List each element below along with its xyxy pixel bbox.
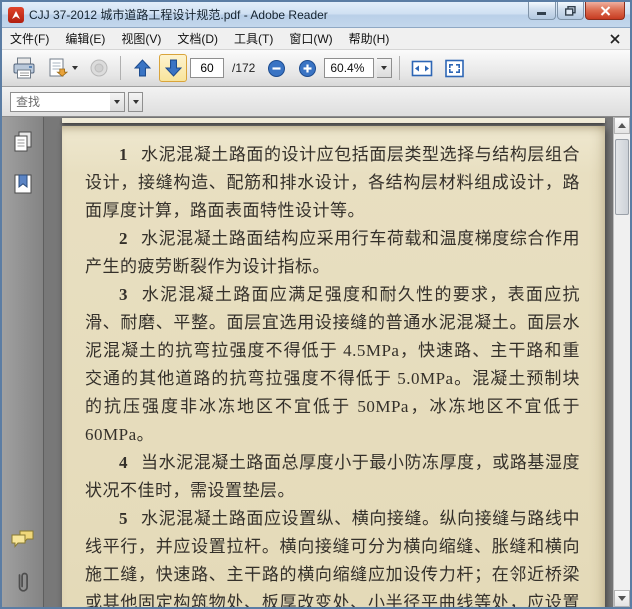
comments-icon bbox=[11, 530, 33, 548]
find-options-arrow-icon bbox=[132, 99, 139, 104]
adobe-reader-window: CJJ 37-2012 城市道路工程设计规范.pdf - Adobe Reade… bbox=[0, 0, 632, 609]
comments-panel-button[interactable] bbox=[9, 527, 37, 553]
menu-tools[interactable]: 工具(T) bbox=[226, 27, 281, 50]
down-arrow-icon bbox=[164, 59, 182, 77]
clause-paragraph: 5 水泥混凝土路面应设置纵、横向接缝。纵向接缝与路线中线平行，并应设置拉杆。横向接… bbox=[85, 505, 580, 607]
clause-number: 2 bbox=[119, 229, 128, 248]
caption-buttons bbox=[527, 2, 625, 20]
scrollbar-track[interactable] bbox=[614, 134, 630, 590]
title-bar: CJJ 37-2012 城市道路工程设计规范.pdf - Adobe Reade… bbox=[2, 2, 630, 28]
bookmarks-panel-button[interactable] bbox=[9, 171, 37, 197]
zoom-level-value: 60.4% bbox=[330, 61, 365, 75]
clause-paragraph: 1 水泥混凝土路面的设计应包括面层类型选择与结构层组合设计，接缝构造、配筋和排水设… bbox=[85, 141, 580, 225]
clause-paragraph: 2 水泥混凝土路面结构应采用行车荷载和温度梯度综合作用产生的疲劳断裂作为设计指标。 bbox=[85, 225, 580, 281]
close-button[interactable] bbox=[585, 2, 625, 20]
collaborate-button-disabled bbox=[85, 54, 113, 82]
pages-icon bbox=[14, 131, 31, 152]
clause-text: 当水泥混凝土路面总厚度小于最小防冻厚度，或路基湿度状况不佳时，需设置垫层。 bbox=[85, 453, 580, 500]
menu-help[interactable]: 帮助(H) bbox=[341, 27, 398, 50]
clause-paragraph: 4 当水泥混凝土路面总厚度小于最小防冻厚度，或路基湿度状况不佳时，需设置垫层。 bbox=[85, 449, 580, 505]
document-view[interactable]: 1 水泥混凝土路面的设计应包括面层类型选择与结构层组合设计，接缝构造、配筋和排水设… bbox=[44, 117, 613, 607]
vertical-scrollbar[interactable] bbox=[613, 117, 630, 607]
zoom-in-button[interactable] bbox=[293, 54, 321, 82]
zoom-level-field[interactable]: 60.4% bbox=[324, 58, 375, 78]
clause-text: 水泥混凝土路面的设计应包括面层类型选择与结构层组合设计，接缝构造、配筋和排水设计… bbox=[85, 145, 580, 220]
find-input[interactable] bbox=[10, 91, 110, 112]
scroll-up-arrow-icon bbox=[618, 123, 626, 128]
paperclip-icon bbox=[18, 572, 28, 592]
find-options-button[interactable] bbox=[128, 91, 143, 112]
up-arrow-icon bbox=[133, 59, 151, 77]
pages-panel-button[interactable] bbox=[9, 129, 37, 155]
zoom-out-button[interactable] bbox=[262, 54, 290, 82]
previous-page-button[interactable] bbox=[128, 54, 156, 82]
menu-document[interactable]: 文档(D) bbox=[169, 27, 226, 50]
window-title: CJJ 37-2012 城市道路工程设计规范.pdf - Adobe Reade… bbox=[29, 8, 328, 22]
page-total-label: /172 bbox=[232, 61, 256, 75]
find-history-dropdown-button[interactable] bbox=[110, 91, 125, 112]
fit-width-icon bbox=[412, 60, 433, 76]
find-history-arrow-icon bbox=[114, 99, 120, 104]
save-copy-button[interactable] bbox=[43, 54, 82, 82]
page-number-input[interactable] bbox=[190, 58, 224, 78]
zoom-in-icon bbox=[298, 59, 316, 77]
save-copy-icon bbox=[49, 58, 69, 77]
collaborate-icon bbox=[90, 59, 108, 77]
clause-text: 水泥混凝土路面结构应采用行车荷载和温度梯度综合作用产生的疲劳断裂作为设计指标。 bbox=[85, 229, 580, 276]
clause-text: 水泥混凝土路面应满足强度和耐久性的要求，表面应抗滑、耐磨、平整。面层宜选用设接缝… bbox=[85, 285, 580, 444]
find-combo bbox=[10, 91, 125, 112]
navigation-sidebar bbox=[2, 117, 44, 607]
menu-bar: 文件(F) 编辑(E) 视图(V) 文档(D) 工具(T) 窗口(W) 帮助(H… bbox=[2, 28, 630, 50]
minimize-icon bbox=[537, 12, 546, 15]
fit-width-button[interactable] bbox=[407, 54, 437, 82]
zoom-dropdown-button[interactable] bbox=[377, 58, 393, 78]
menu-edit[interactable]: 编辑(E) bbox=[57, 27, 113, 50]
zoom-dropdown-arrow-icon bbox=[381, 66, 388, 70]
scroll-up-button[interactable] bbox=[614, 117, 630, 134]
close-document-icon bbox=[610, 34, 620, 44]
fit-page-icon bbox=[445, 59, 465, 77]
clause-paragraph: 3 水泥混凝土路面应满足强度和耐久性的要求，表面应抗滑、耐磨、平整。面层宜选用设接… bbox=[85, 281, 580, 449]
pdf-page: 1 水泥混凝土路面的设计应包括面层类型选择与结构层组合设计，接缝构造、配筋和排水设… bbox=[62, 126, 605, 607]
fit-page-button[interactable] bbox=[440, 54, 469, 82]
document-close-button[interactable] bbox=[608, 32, 622, 46]
print-button[interactable] bbox=[8, 54, 40, 82]
scroll-down-arrow-icon bbox=[618, 596, 626, 601]
scrollbar-thumb[interactable] bbox=[615, 139, 629, 215]
printer-icon bbox=[13, 57, 35, 79]
maximize-button[interactable] bbox=[557, 2, 584, 20]
menu-window[interactable]: 窗口(W) bbox=[281, 27, 340, 50]
bookmarks-icon bbox=[14, 174, 31, 194]
menu-view[interactable]: 视图(V) bbox=[113, 27, 169, 50]
clause-number: 3 bbox=[119, 285, 128, 304]
sidebar-bottom-group bbox=[9, 527, 37, 595]
sidebar-top-group bbox=[9, 129, 37, 197]
window-body: 1 水泥混凝土路面的设计应包括面层类型选择与结构层组合设计，接缝构造、配筋和排水设… bbox=[2, 117, 630, 607]
menu-file[interactable]: 文件(F) bbox=[2, 27, 57, 50]
clause-number: 4 bbox=[119, 453, 128, 472]
find-bar bbox=[2, 87, 630, 117]
toolbar-separator bbox=[399, 56, 401, 80]
next-page-button[interactable] bbox=[159, 54, 187, 82]
previous-page-bottom-edge bbox=[62, 118, 605, 123]
clause-text: 水泥混凝土路面应设置纵、横向接缝。纵向接缝与路线中线平行，并应设置拉杆。横向接缝… bbox=[85, 509, 580, 607]
adobe-reader-icon bbox=[8, 6, 24, 23]
main-toolbar: /172 60.4% bbox=[2, 50, 630, 87]
toolbar-separator bbox=[120, 56, 121, 80]
save-dropdown-arrow-icon bbox=[72, 66, 78, 70]
clause-number: 1 bbox=[119, 145, 128, 164]
scroll-down-button[interactable] bbox=[614, 590, 630, 607]
zoom-out-icon bbox=[267, 59, 285, 77]
restore-icon bbox=[565, 5, 576, 16]
attachments-panel-button[interactable] bbox=[9, 569, 37, 595]
minimize-button[interactable] bbox=[528, 2, 556, 20]
close-icon bbox=[600, 5, 610, 16]
clause-number: 5 bbox=[119, 509, 128, 528]
